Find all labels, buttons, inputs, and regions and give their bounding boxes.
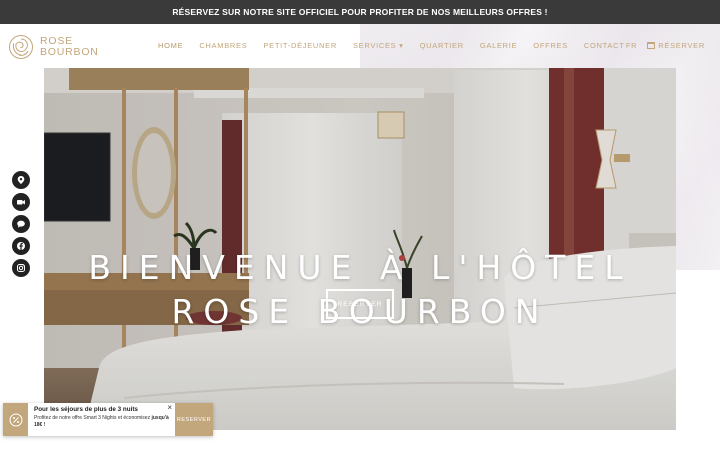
- nav-galerie[interactable]: GALERIE: [480, 41, 517, 50]
- facebook-icon[interactable]: [12, 237, 30, 255]
- announcement-text: RÉSERVEZ SUR NOTRE SITE OFFICIEL POUR PR…: [172, 7, 548, 17]
- nav-home[interactable]: HOME: [158, 41, 183, 50]
- social-bar: [12, 171, 30, 277]
- promo-text: Pour les séjours de plus de 3 nuits Prof…: [28, 403, 175, 436]
- hero-banner: BIENVENUE À L'HÔTEL ROSE BOURBON: [44, 68, 676, 430]
- map-pin-icon[interactable]: [12, 171, 30, 189]
- header-reserve-link[interactable]: RÉSERVER: [647, 41, 705, 50]
- promo-body: Profitez de notre offre Smart 3 Nights e…: [34, 415, 171, 429]
- rose-logo-icon: [9, 35, 33, 59]
- nav-right: FR RÉSERVER: [626, 41, 705, 50]
- main-nav: HOME CHAMBRES PETIT-DÉJEUNER SERVICES ▾ …: [158, 41, 641, 50]
- promo-popup: Pour les séjours de plus de 3 nuits Prof…: [3, 403, 213, 436]
- promo-body-text: Profitez de notre offre Smart 3 Nights e…: [34, 415, 152, 421]
- video-icon[interactable]: [12, 193, 30, 211]
- logo-wordmark: ROSE BOURBON: [40, 36, 99, 58]
- nav-chambres[interactable]: CHAMBRES: [199, 41, 247, 50]
- promo-title: Pour les séjours de plus de 3 nuits: [34, 406, 138, 413]
- header-reserve-label: RÉSERVER: [658, 41, 705, 50]
- nav-petit-dejeuner[interactable]: PETIT-DÉJEUNER: [263, 41, 337, 50]
- close-icon[interactable]: ×: [167, 403, 172, 412]
- nav-contact[interactable]: CONTACT: [584, 41, 625, 50]
- percent-badge-icon: [9, 413, 22, 426]
- nav-offres[interactable]: OFFRES: [533, 41, 568, 50]
- instagram-icon[interactable]: [12, 259, 30, 277]
- promo-reserve-button[interactable]: RESERVER: [175, 403, 213, 436]
- hero-title-line-1: BIENVENUE À L'HÔTEL: [88, 248, 632, 287]
- logo[interactable]: ROSE BOURBON: [8, 34, 99, 60]
- chat-icon[interactable]: [12, 215, 30, 233]
- logo-line-2: BOURBON: [40, 46, 99, 58]
- hero-reserve-button[interactable]: RESERVER: [326, 289, 394, 319]
- nav-services[interactable]: SERVICES ▾: [353, 41, 404, 50]
- promo-icon-wrap: [3, 403, 28, 436]
- language-switch[interactable]: FR: [626, 41, 637, 50]
- nav-quartier[interactable]: QUARTIER: [420, 41, 464, 50]
- calendar-icon: [647, 42, 656, 49]
- announcement-bar: RÉSERVEZ SUR NOTRE SITE OFFICIEL POUR PR…: [0, 0, 720, 24]
